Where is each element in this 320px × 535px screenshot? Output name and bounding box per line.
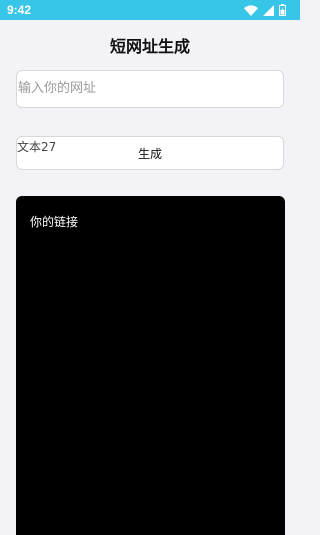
signal-icon [263, 4, 274, 16]
text-label: 文本27 [17, 140, 57, 154]
page-title: 短网址生成 [109, 37, 190, 56]
wifi-icon [244, 4, 258, 16]
status-time: 9:42 [7, 3, 32, 17]
app-screen: 9:42 短网址生成 文本27 [0, 0, 300, 535]
status-icons [244, 4, 286, 16]
status-bar: 9:42 [0, 0, 300, 20]
result-panel: 你的链接 [16, 196, 285, 535]
result-label: 你的链接 [30, 215, 79, 229]
url-input[interactable] [16, 70, 284, 108]
battery-icon [279, 4, 286, 16]
